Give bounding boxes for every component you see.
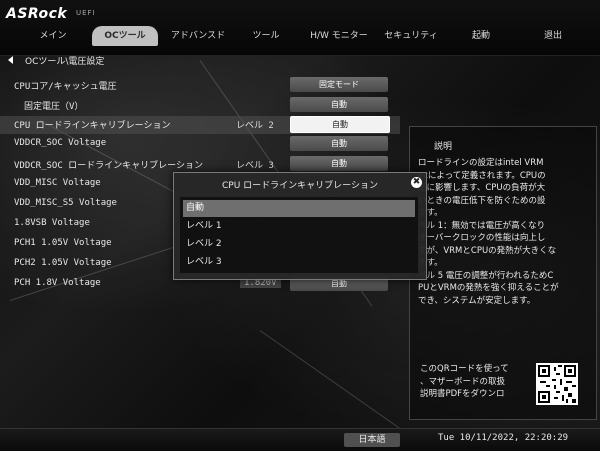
tab-security[interactable]: セキュリティ — [380, 26, 442, 46]
help-title: 説明 — [434, 142, 453, 152]
setting-label: CPU ロードラインキャリブレーション — [14, 121, 171, 131]
setting-label: PCH 1.8V Voltage — [14, 278, 101, 288]
uefi-label: UEFI — [76, 9, 96, 17]
setting-label: VDDCR_SOC ロードラインキャリブレーション — [14, 161, 204, 171]
tab-boot[interactable]: 起動 — [458, 26, 504, 46]
datetime-display: Tue 10/11/2022, 22:20:29 — [438, 433, 569, 443]
setting-value-button[interactable]: 自動 — [290, 97, 388, 112]
dialog-title: CPU ロードラインキャリブレーション — [222, 181, 378, 191]
tab-main[interactable]: メイン — [25, 26, 81, 46]
setting-label: 1.8VSB Voltage — [14, 218, 90, 228]
tab-tool[interactable]: ツール — [240, 26, 292, 46]
option-level-3[interactable]: レベル 3 — [183, 254, 415, 271]
tab-exit[interactable]: 退出 — [530, 26, 576, 46]
tab-advanced[interactable]: アドバンスド — [163, 26, 233, 46]
breadcrumb-text: OCツール\電圧設定 — [25, 56, 105, 67]
main-tabs: メイン OCツール アドバンスド ツール H/W モニター セキュリティ 起動 … — [0, 26, 600, 48]
setting-value-button[interactable]: 自動 — [290, 136, 388, 151]
language-button[interactable]: 日本語 — [344, 433, 400, 447]
back-arrow-icon[interactable] — [8, 56, 13, 64]
help-description: ロードラインの設定はintel VRM ecによって定義されます。CPUの 圧に… — [418, 158, 559, 306]
setting-row-vddcr-soc-voltage[interactable]: VDDCR_SOC Voltage 自動 — [0, 136, 400, 154]
asrock-logo: ASRock — [6, 6, 68, 22]
tab-hw-monitor[interactable]: H/W モニター — [304, 26, 374, 46]
setting-label: 固定電圧（V） — [24, 102, 84, 112]
close-icon[interactable]: ✖ — [411, 177, 422, 188]
setting-label: VDDCR_SOC Voltage — [14, 138, 107, 148]
setting-label: VDD_MISC_S5 Voltage — [14, 198, 117, 208]
setting-label: CPUコア/キャッシュ電圧 — [14, 82, 117, 92]
setting-current-level: レベル 3 — [236, 161, 274, 171]
setting-row-fixed-voltage[interactable]: 固定電圧（V） 自動 — [0, 97, 400, 115]
setting-value-button[interactable]: 自動 — [290, 156, 388, 171]
option-level-1[interactable]: レベル 1 — [183, 218, 415, 235]
option-level-2[interactable]: レベル 2 — [183, 236, 415, 253]
setting-current-level: レベル 2 — [236, 121, 274, 131]
top-bar: ASRock UEFI メイン OCツール アドバンスド ツール H/W モニタ… — [0, 0, 600, 56]
tab-oc-tweaker[interactable]: OCツール — [92, 26, 158, 46]
help-panel: 説明 ロードラインの設定はintel VRM ecによって定義されます。CPUの… — [409, 126, 597, 420]
option-list: 自動 レベル 1 レベル 2 レベル 3 — [180, 197, 418, 273]
setting-label: PCH2 1.05V Voltage — [14, 258, 112, 268]
option-auto[interactable]: 自動 — [183, 200, 415, 217]
setting-value-button[interactable]: 自動 — [290, 116, 390, 133]
setting-label: PCH1 1.05V Voltage — [14, 238, 112, 248]
setting-value-button[interactable]: 固定モード — [290, 77, 388, 92]
qr-code-icon — [536, 363, 578, 405]
breadcrumb: OCツール\電圧設定 — [8, 54, 105, 67]
setting-row-cpu-llc[interactable]: CPU ロードラインキャリブレーション レベル 2 自動 — [0, 116, 400, 134]
setting-row-cpu-core-voltage[interactable]: CPUコア/キャッシュ電圧 固定モード — [0, 77, 400, 95]
option-select-dialog: CPU ロードラインキャリブレーション ✖ 自動 レベル 1 レベル 2 レベル… — [173, 172, 427, 280]
status-bar: 日本語 Tue 10/11/2022, 22:20:29 — [0, 428, 600, 451]
qr-description: このQRコードを使って 、マザーボードの取扱 説明書PDFをダウンロ — [420, 364, 509, 399]
setting-label: VDD_MISC Voltage — [14, 178, 101, 188]
